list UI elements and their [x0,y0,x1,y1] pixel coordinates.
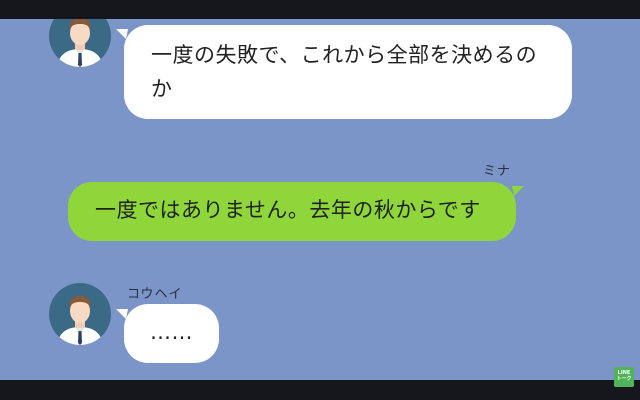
message-bubble[interactable]: …… [124,304,219,363]
screen: 一度の失敗で、これから全部を決めるの か ミナ 一度ではありません。去年の秋から… [0,0,640,400]
avatar[interactable] [49,283,111,345]
message-bubble[interactable]: 一度の失敗で、これから全部を決めるの か [124,25,572,119]
message-text: …… [150,320,193,344]
sender-name: ミナ [483,164,512,179]
bottom-letterbox [0,380,640,400]
line-logo-icon: LINE トーク [614,367,634,387]
sender-name: コウヘイ [127,287,183,302]
man-avatar-icon [49,283,111,345]
message-text: 一度ではありません。去年の秋からです [95,198,481,222]
message-bubble[interactable]: 一度ではありません。去年の秋からです [68,182,516,241]
avatar[interactable] [49,19,111,67]
message-text-line: か [151,77,173,101]
chat-area[interactable]: 一度の失敗で、これから全部を決めるの か ミナ 一度ではありません。去年の秋から… [0,19,640,380]
bubble-tail [512,186,524,196]
watermark-line: トーク [616,376,632,382]
man-avatar-icon [49,19,111,67]
top-letterbox [0,0,640,19]
message-text-line: 一度の失敗で、これから全部を決めるの [151,43,538,67]
